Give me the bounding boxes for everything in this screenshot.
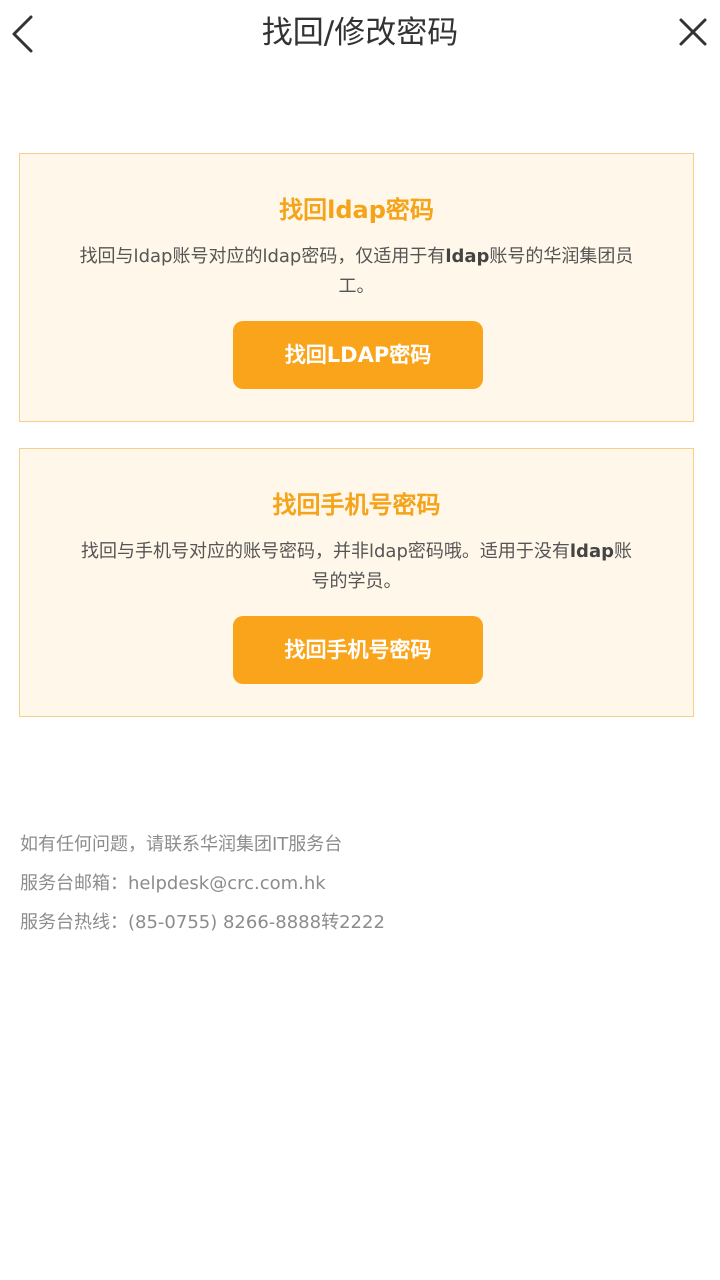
phone-reset-card: 找回手机号密码 找回与手机号对应的账号密码，并非ldap密码哦。适用于没有lda… xyxy=(19,448,694,717)
card-desc-text: 找回与手机号对应的账号密码，并非ldap密码哦。适用于没有 xyxy=(81,541,570,562)
card-title: 找回手机号密码 xyxy=(272,491,441,519)
helpdesk-hotline: 服务台热线：(85-0755) 8266-8888转2222 xyxy=(20,912,385,933)
card-desc-bold: ldap xyxy=(445,246,490,267)
close-icon xyxy=(679,18,707,46)
page-title: 找回/修改密码 xyxy=(261,15,459,51)
card-description: 找回与手机号对应的账号密码，并非ldap密码哦。适用于没有ldap账号的学员。 xyxy=(75,537,638,597)
header-bar: 找回/修改密码 xyxy=(0,0,720,68)
card-desc-text: 找回与ldap账号对应的ldap密码，仅适用于有 xyxy=(79,246,446,267)
reset-ldap-password-button[interactable]: 找回LDAP密码 xyxy=(233,321,483,389)
contact-info: 如有任何问题，请联系华润集团IT服务台 服务台邮箱：helpdesk@crc.c… xyxy=(20,825,385,942)
helpdesk-email: 服务台邮箱：helpdesk@crc.com.hk xyxy=(20,873,326,894)
reset-phone-password-button[interactable]: 找回手机号密码 xyxy=(233,616,483,684)
card-desc-bold: ldap xyxy=(569,541,614,562)
contact-note: 如有任何问题，请联系华润集团IT服务台 xyxy=(20,834,343,855)
card-title: 找回ldap密码 xyxy=(279,196,434,224)
ldap-reset-card: 找回ldap密码 找回与ldap账号对应的ldap密码，仅适用于有ldap账号的… xyxy=(19,153,694,422)
close-button[interactable] xyxy=(660,0,720,68)
page: 找回/修改密码 找回ldap密码 找回与ldap账号对应的ldap密码，仅适用于… xyxy=(0,0,720,1280)
card-description: 找回与ldap账号对应的ldap密码，仅适用于有ldap账号的华润集团员工。 xyxy=(75,242,638,302)
